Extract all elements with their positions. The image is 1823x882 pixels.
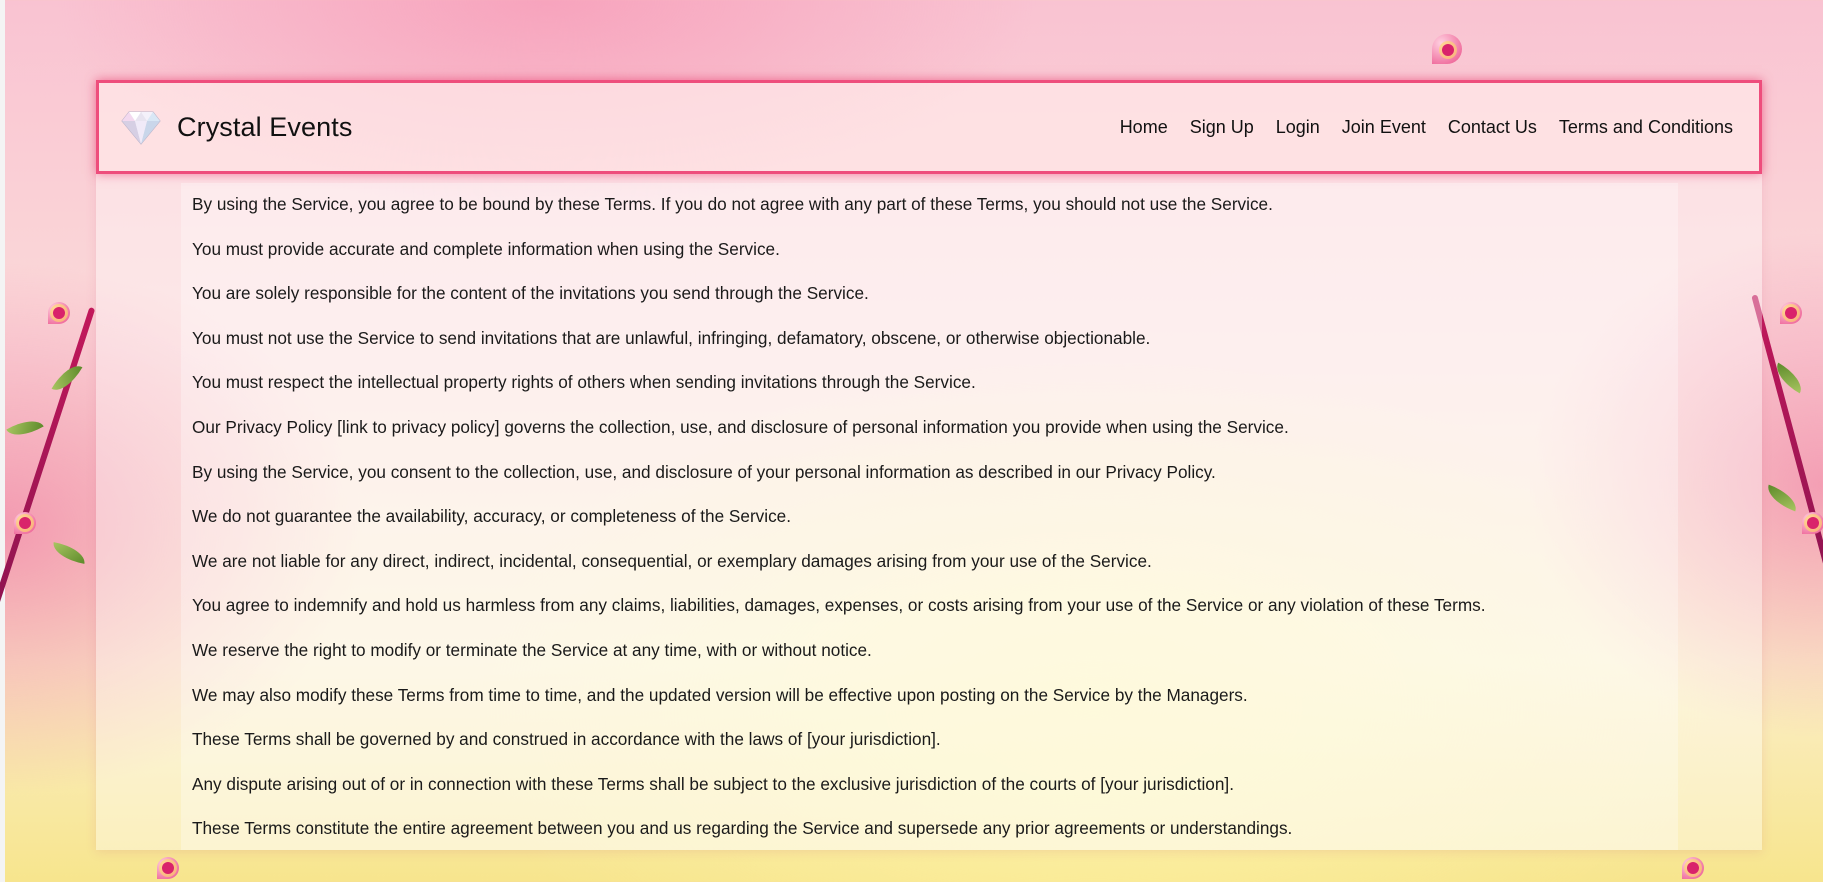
blossom-decoration [36,290,82,336]
terms-content: By using the Service, you agree to be bo… [181,183,1678,850]
terms-paragraph: Our Privacy Policy [link to privacy poli… [192,416,1289,437]
nav-sign-up[interactable]: Sign Up [1190,117,1254,138]
terms-paragraph: We are not liable for any direct, indire… [192,550,1152,571]
leaf-decoration [50,542,88,564]
terms-paragraph: By using the Service, you consent to the… [192,461,1216,482]
terms-paragraph: These Terms constitute the entire agreem… [192,818,1293,839]
terms-paragraph: We may also modify these Terms from time… [192,684,1248,705]
logo[interactable]: Crystal Events [121,107,352,147]
leaf-decoration [6,412,44,444]
terms-paragraph: By using the Service, you agree to be bo… [192,194,1273,214]
terms-paragraph: You are solely responsible for the conte… [192,283,869,304]
diamond-icon [121,107,161,147]
terms-paragraph: These Terms shall be governed by and con… [192,729,941,750]
page-edge [0,0,5,882]
terms-paragraph: You must provide accurate and complete i… [192,238,780,259]
nav-contact-us[interactable]: Contact Us [1448,117,1537,138]
blossom-decoration [145,845,191,882]
main-nav: Home Sign Up Login Join Event Contact Us… [1098,117,1733,138]
blossom-decoration [2,500,48,546]
site-header: Crystal Events Home Sign Up Login Join E… [96,80,1762,174]
terms-paragraph: We do not guarantee the availability, ac… [192,506,792,527]
blossom-decoration [1790,500,1823,546]
nav-home[interactable]: Home [1120,117,1168,138]
nav-join-event[interactable]: Join Event [1342,117,1426,138]
blossom-decoration [1670,845,1716,882]
blossom-decoration [1768,290,1814,336]
terms-paragraph: You must respect the intellectual proper… [192,372,976,393]
terms-paragraph: You must not use the Service to send inv… [192,327,1151,348]
terms-paragraph: You agree to indemnify and hold us harml… [192,595,1486,616]
terms-paragraph: We reserve the right to modify or termin… [192,639,872,660]
nav-login[interactable]: Login [1276,117,1320,138]
branch-decoration [0,306,96,614]
blossom-decoration [1420,22,1480,82]
page-container: Crystal Events Home Sign Up Login Join E… [96,80,1762,850]
terms-paragraph: Any dispute arising out of or in connect… [192,773,1234,794]
brand-name: Crystal Events [177,111,353,142]
nav-terms-and-conditions[interactable]: Terms and Conditions [1559,117,1733,138]
